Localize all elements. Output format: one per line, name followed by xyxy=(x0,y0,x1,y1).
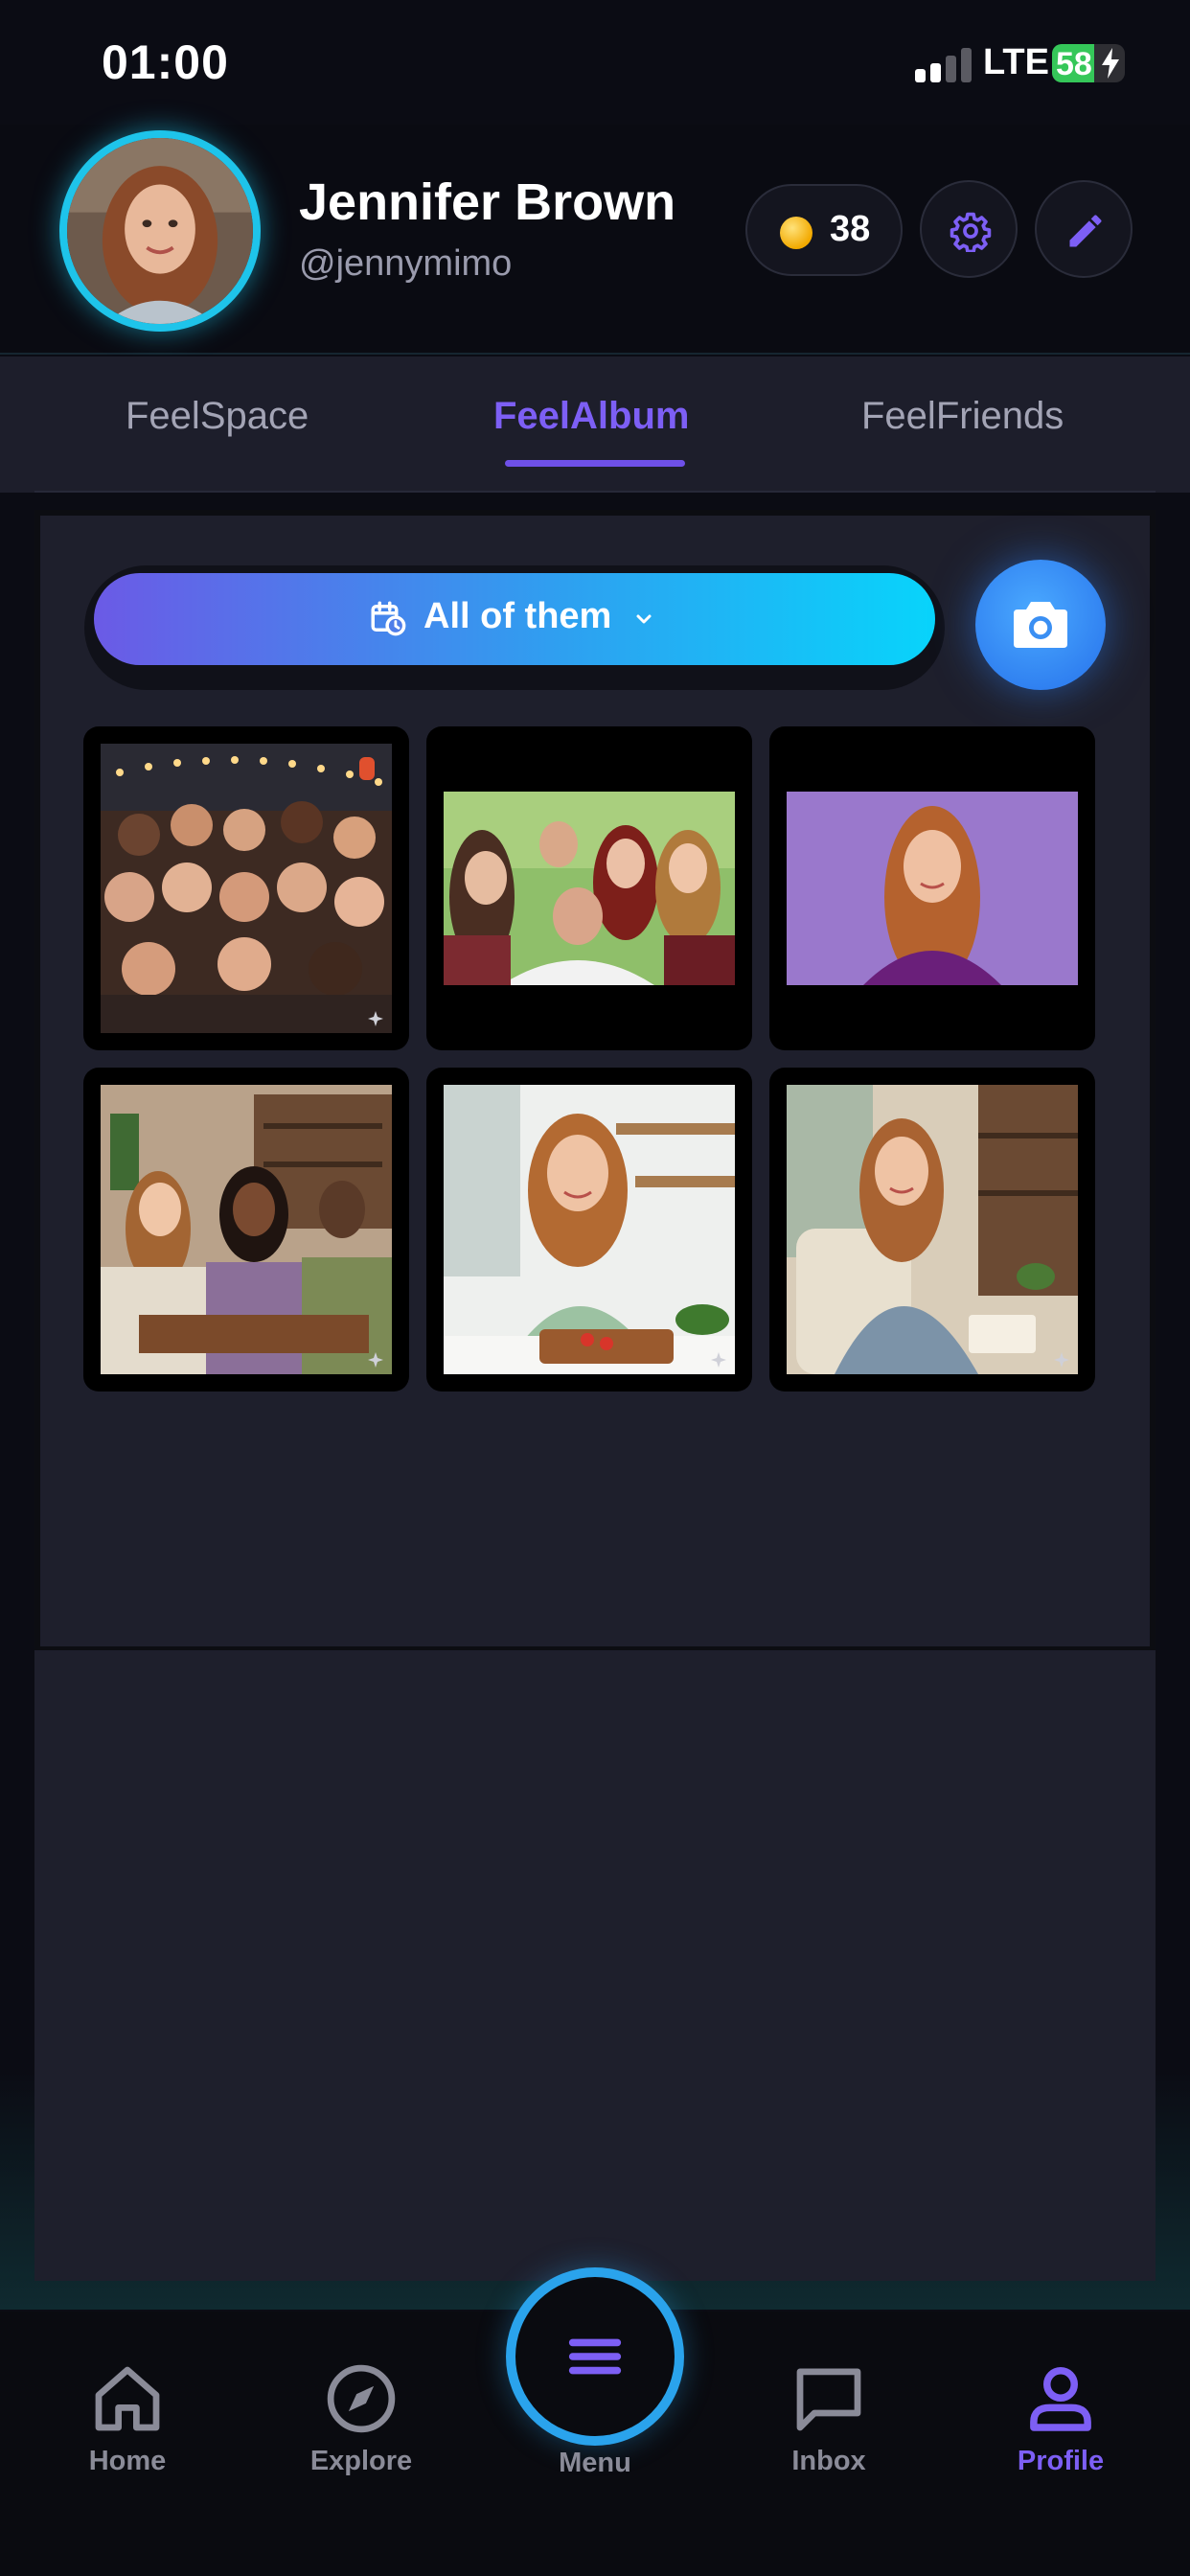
album-photo-1[interactable] xyxy=(83,726,409,1050)
date-filter-button[interactable]: All of them xyxy=(94,573,935,665)
nav-explore[interactable]: Explore xyxy=(265,2356,457,2499)
chat-bubble-icon xyxy=(796,2368,861,2431)
user-icon xyxy=(1030,2366,1091,2431)
nav-inbox-label: Inbox xyxy=(791,2446,866,2476)
date-filter-label: All of them xyxy=(423,596,612,636)
signal-strength-icon xyxy=(915,46,973,82)
compass-icon xyxy=(327,2364,396,2433)
gear-icon xyxy=(950,212,992,252)
nav-profile-label: Profile xyxy=(1017,2446,1105,2476)
profile-handle: @jennymimo xyxy=(299,243,513,284)
menu-icon xyxy=(568,2338,622,2375)
photo-image xyxy=(101,744,392,1033)
pencil-icon xyxy=(1069,215,1102,247)
calendar-clock-icon xyxy=(371,601,406,636)
status-time: 01:00 xyxy=(102,35,229,89)
photo-image xyxy=(101,1085,392,1374)
menu-button[interactable] xyxy=(506,2267,684,2446)
tabs-divider xyxy=(34,491,1156,493)
nav-menu-label: Menu xyxy=(559,2448,631,2478)
avatar-photo xyxy=(67,138,253,324)
photo-image xyxy=(444,1085,735,1374)
profile-name: Jennifer Brown xyxy=(299,173,676,231)
profile-header: Jennifer Brown @jennymimo 38 xyxy=(0,125,1190,355)
album-panel-lower xyxy=(34,1629,1156,2281)
home-icon xyxy=(95,2366,160,2431)
photo-image xyxy=(787,1085,1078,1374)
album-photo-3[interactable] xyxy=(769,726,1095,1050)
nav-explore-label: Explore xyxy=(309,2446,413,2476)
sparkle-icon xyxy=(368,1011,383,1026)
nav-inbox[interactable]: Inbox xyxy=(733,2356,925,2499)
sparkle-icon xyxy=(1054,1352,1069,1368)
network-type: LTE xyxy=(983,42,1049,82)
settings-button[interactable] xyxy=(920,180,1018,278)
profile-tabs: FeelSpace FeelAlbum FeelFriends xyxy=(0,356,1190,493)
nav-home-label: Home xyxy=(88,2446,167,2476)
photo-image xyxy=(444,792,735,985)
album-photo-6[interactable] xyxy=(769,1068,1095,1392)
sparkle-icon xyxy=(368,1352,383,1368)
tab-feelspace[interactable]: FeelSpace xyxy=(126,395,309,438)
album-photo-2[interactable] xyxy=(426,726,752,1050)
tab-feelalbum[interactable]: FeelAlbum xyxy=(493,395,689,438)
camera-button[interactable] xyxy=(975,560,1106,690)
sparkle-icon xyxy=(711,1352,726,1368)
coin-balance-button[interactable]: 38 xyxy=(745,184,903,276)
battery-percent: 58 xyxy=(1056,46,1092,82)
edit-profile-button[interactable] xyxy=(1035,180,1133,278)
camera-icon xyxy=(1014,602,1067,648)
avatar[interactable] xyxy=(59,130,261,332)
coin-icon xyxy=(780,217,812,249)
album-photo-4[interactable] xyxy=(83,1068,409,1392)
status-bar: 01:00 LTE 58 xyxy=(0,0,1190,125)
nav-home[interactable]: Home xyxy=(32,2356,223,2499)
chevron-down-icon xyxy=(636,614,652,624)
tab-feelfriends[interactable]: FeelFriends xyxy=(861,395,1064,438)
coin-count: 38 xyxy=(830,209,871,249)
battery-indicator: 58 xyxy=(1052,44,1125,82)
active-tab-indicator xyxy=(505,460,685,467)
photo-image xyxy=(787,792,1078,985)
charging-bolt-icon xyxy=(1102,48,1119,79)
nav-profile[interactable]: Profile xyxy=(965,2356,1156,2499)
album-photo-5[interactable] xyxy=(426,1068,752,1392)
